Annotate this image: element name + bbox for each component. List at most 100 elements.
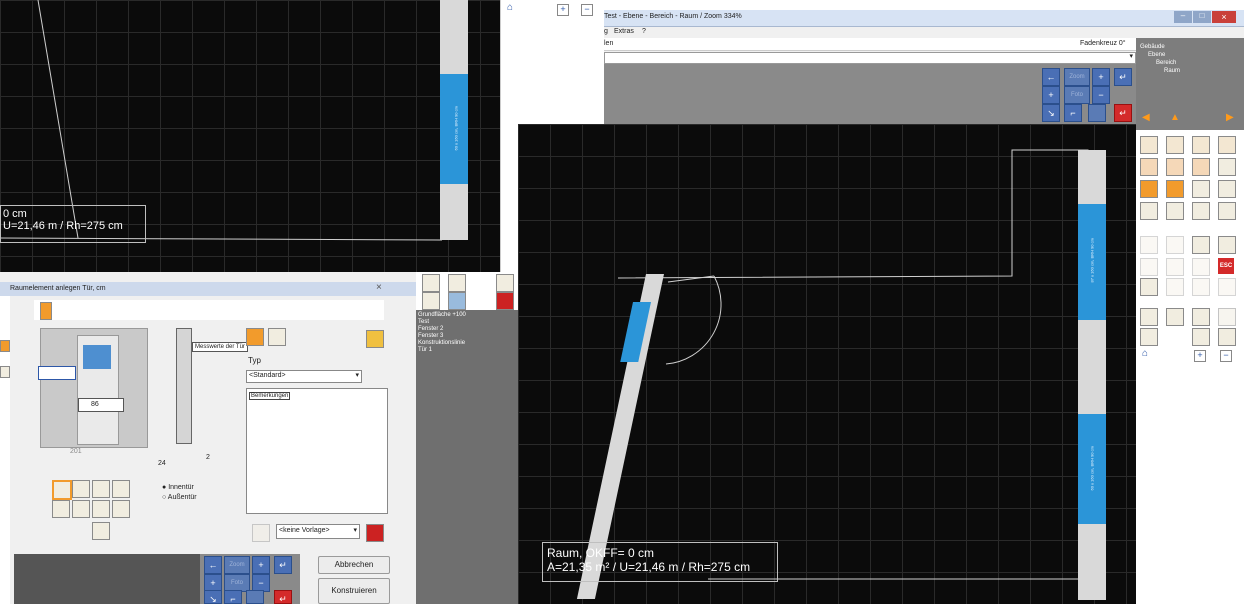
return-button[interactable]: ↵ bbox=[274, 590, 292, 604]
plus-button[interactable]: + bbox=[557, 4, 569, 16]
select-icon[interactable] bbox=[1140, 328, 1158, 346]
list-item[interactable]: Tür 1 bbox=[418, 347, 466, 354]
tree-item-level[interactable]: Ebene bbox=[1148, 52, 1165, 58]
list-item[interactable]: Grundfläche +100 bbox=[418, 312, 466, 319]
zone2-tool-icon[interactable] bbox=[1218, 236, 1236, 254]
thickness-slider[interactable] bbox=[176, 328, 192, 444]
disabled-tool-icon[interactable] bbox=[1166, 236, 1184, 254]
minus-button[interactable]: − bbox=[1220, 350, 1232, 362]
add-button[interactable]: + bbox=[1042, 86, 1060, 104]
list-item[interactable]: Fenster 2 bbox=[418, 326, 466, 333]
layout-icon[interactable] bbox=[268, 328, 286, 346]
minus-zoom-button[interactable]: − bbox=[1092, 86, 1110, 104]
plus-zoom-button[interactable]: + bbox=[1092, 68, 1110, 86]
pan-left-button[interactable]: ← bbox=[204, 556, 222, 574]
arrow-left-icon[interactable]: ◀ bbox=[1142, 112, 1150, 123]
save-template-icon[interactable] bbox=[366, 524, 384, 542]
color-icon[interactable] bbox=[366, 330, 384, 348]
pan-left-button[interactable]: ← bbox=[1042, 68, 1060, 86]
enter-button[interactable]: ↵ bbox=[274, 556, 292, 574]
list-item[interactable]: Konstruktionslinie bbox=[418, 340, 466, 347]
redo-icon[interactable] bbox=[1218, 308, 1236, 326]
plus-zoom-button[interactable]: + bbox=[252, 556, 270, 574]
door-type-1-icon[interactable] bbox=[52, 480, 72, 500]
ruler-button[interactable]: ⌐ bbox=[224, 590, 242, 604]
disabled-tool-icon[interactable] bbox=[1166, 278, 1184, 296]
menu-item-help[interactable]: ? bbox=[642, 28, 646, 35]
disabled-tool-icon[interactable] bbox=[1166, 258, 1184, 276]
menu-item-extras[interactable]: Extras bbox=[614, 28, 634, 35]
minimize-button[interactable]: – bbox=[1174, 11, 1192, 23]
room-tool-icon[interactable] bbox=[1218, 136, 1236, 154]
list-item[interactable]: Test bbox=[418, 319, 466, 326]
tree-item-building[interactable]: Gebäude bbox=[1140, 44, 1165, 50]
grid-icon[interactable] bbox=[1166, 308, 1184, 326]
sign-tool-icon[interactable] bbox=[1140, 180, 1158, 198]
shape-type-icon[interactable] bbox=[0, 366, 10, 378]
arrow-right-icon[interactable]: ▶ bbox=[1226, 112, 1234, 123]
arrow-button[interactable]: ↘ bbox=[1042, 104, 1060, 122]
trash-icon[interactable] bbox=[252, 524, 270, 542]
fit-icon[interactable] bbox=[1218, 328, 1236, 346]
main-cad-view[interactable]: 87 x 160 cm, BRH 90 cm 60 x 160 cm, BRH … bbox=[518, 124, 1136, 604]
door-type-6-icon[interactable] bbox=[72, 500, 90, 518]
text-tool-icon[interactable] bbox=[1166, 202, 1184, 220]
crane-icon[interactable]: ⌂ bbox=[507, 2, 513, 13]
crane-icon[interactable]: ⌂ bbox=[1142, 348, 1148, 359]
typ-select[interactable]: <Standard> ▾ bbox=[246, 370, 362, 383]
stairs-tool-icon[interactable] bbox=[1192, 180, 1210, 198]
print-icon[interactable] bbox=[422, 274, 440, 292]
door-type-7-icon[interactable] bbox=[92, 500, 110, 518]
maximize-button[interactable]: □ bbox=[1193, 11, 1211, 23]
esc-button[interactable]: ESC bbox=[1218, 258, 1234, 274]
minus-button[interactable]: − bbox=[581, 4, 593, 16]
shelf-tool-icon[interactable] bbox=[1166, 180, 1184, 198]
height-stepper[interactable] bbox=[38, 366, 76, 380]
edit-icon[interactable] bbox=[496, 274, 514, 292]
plus-button[interactable]: + bbox=[1194, 350, 1206, 362]
measure-icon[interactable] bbox=[246, 328, 264, 346]
line-tool-icon[interactable] bbox=[1218, 180, 1236, 198]
radio-outer[interactable]: ○ Außentür bbox=[162, 494, 197, 501]
layout-tool-icon[interactable] bbox=[1140, 278, 1158, 296]
top-left-cad-view[interactable]: 60 x 160 cm, BRH 90 cm 0 cm U=21,46 m / … bbox=[0, 0, 500, 272]
radio-inner[interactable]: ● Innentür bbox=[162, 484, 194, 491]
disabled-button[interactable] bbox=[1088, 104, 1106, 122]
disabled-tool-icon[interactable] bbox=[1140, 258, 1158, 276]
tree-item-area[interactable]: Bereich bbox=[1156, 60, 1176, 66]
zone-tool-icon[interactable] bbox=[1192, 236, 1210, 254]
width-stepper[interactable]: 86 bbox=[78, 398, 124, 412]
close-icon[interactable]: × bbox=[376, 282, 382, 293]
disabled-tool-icon[interactable] bbox=[1218, 278, 1236, 296]
disabled-tool-icon[interactable] bbox=[1192, 258, 1210, 276]
measure-tool-icon[interactable] bbox=[1140, 202, 1158, 220]
doc-tool-icon[interactable] bbox=[1218, 158, 1236, 176]
zoom-button[interactable]: Zoom bbox=[224, 556, 250, 574]
hatch-tool-icon[interactable] bbox=[1192, 202, 1210, 220]
enter-button[interactable]: ↵ bbox=[1114, 68, 1132, 86]
construct-button[interactable]: Konstruieren bbox=[318, 578, 390, 604]
hatch2-tool-icon[interactable] bbox=[1218, 202, 1236, 220]
window-tool-icon[interactable] bbox=[1192, 136, 1210, 154]
ruler-button[interactable]: ⌐ bbox=[1064, 104, 1082, 122]
door-type-4-icon[interactable] bbox=[112, 480, 130, 498]
door-tab-icon[interactable] bbox=[40, 302, 52, 320]
chevron-down-icon[interactable]: ▾ bbox=[1129, 52, 1133, 60]
return-button[interactable]: ↵ bbox=[1114, 104, 1132, 122]
object-tool-icon[interactable] bbox=[1140, 158, 1158, 176]
remarks-textarea[interactable]: Bemerkungen bbox=[246, 388, 388, 514]
menu-item[interactable]: g bbox=[604, 28, 608, 35]
save-icon[interactable] bbox=[496, 292, 514, 310]
screen-icon[interactable] bbox=[448, 274, 466, 292]
door-type-3-icon[interactable] bbox=[92, 480, 110, 498]
door-type-none-icon[interactable] bbox=[92, 522, 110, 540]
door-tool-icon[interactable] bbox=[1166, 136, 1184, 154]
zoom-button[interactable]: Zoom bbox=[1064, 68, 1090, 86]
door-type-icon[interactable] bbox=[0, 340, 10, 352]
door-type-8-icon[interactable] bbox=[112, 500, 130, 518]
photo-button[interactable]: Foto bbox=[1064, 86, 1090, 104]
image-icon[interactable] bbox=[422, 292, 440, 310]
door-type-5-icon[interactable] bbox=[52, 500, 70, 518]
arrow-up-icon[interactable]: ▲ bbox=[1170, 112, 1180, 123]
wall-tool-icon[interactable] bbox=[1140, 136, 1158, 154]
